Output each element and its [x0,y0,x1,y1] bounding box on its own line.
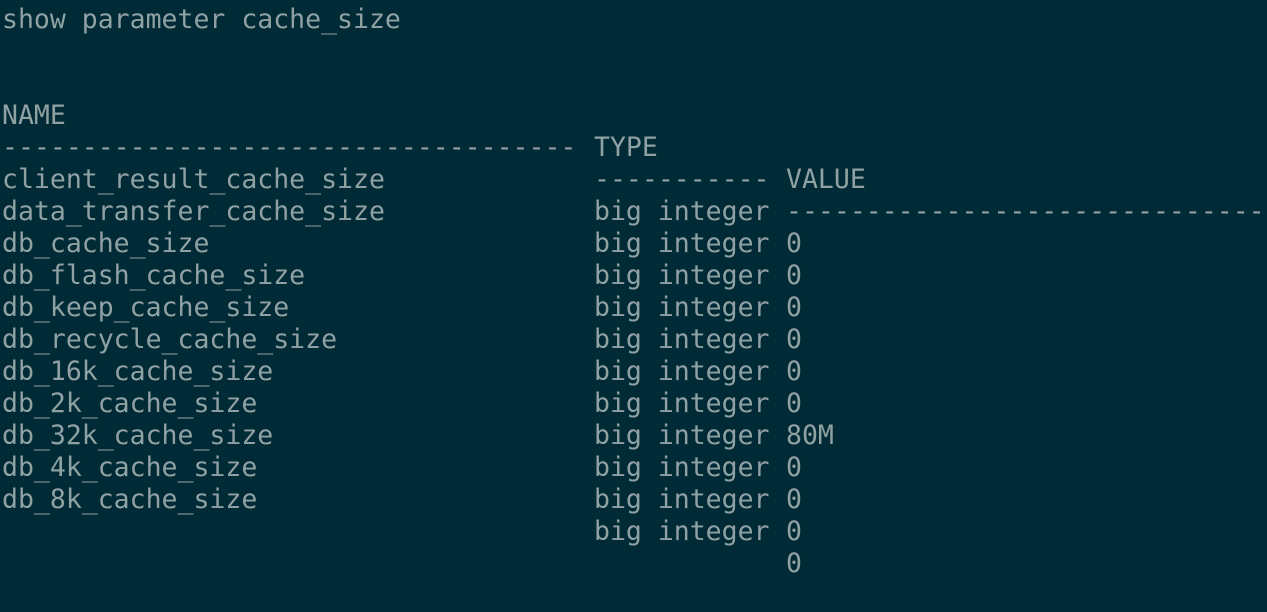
command-line: show parameter cache_size [2,4,401,35]
table-row: db_32k_cache_size big integer 0 [2,388,802,515]
header-type: TYPE [594,132,658,163]
table-separator: ------------------------------------ ---… [2,100,1265,227]
param-type: big integer [594,484,770,515]
param-value: 0 [786,324,802,355]
table-row: db_16k_cache_size big integer 80M [2,324,834,451]
param-value: 0 [786,292,802,323]
param-value: 0 [786,516,802,547]
param-type: big integer [594,356,770,387]
param-value: 0 [786,356,802,387]
header-value: VALUE [786,164,866,195]
param-type: big integer [594,516,770,547]
param-value: 0 [786,388,802,419]
table-row: db_2k_cache_size big integer 0 [2,356,802,483]
param-type: big integer [594,452,770,483]
param-value: 80M [786,420,834,451]
param-type: big integer [594,388,770,419]
param-type: big integer [594,324,770,355]
param-type: big integer [594,196,770,227]
param-value: 0 [786,228,802,259]
param-type: big integer [594,420,770,451]
table-row: db_4k_cache_size big integer 0 [2,420,802,547]
param-value: 0 [786,260,802,291]
table-row: db_recycle_cache_size big integer 0 [2,292,802,419]
table-row: client_result_cache_size big integer 0 [2,132,802,259]
param-name: db_8k_cache_size [2,484,258,515]
param-type: big integer [594,228,770,259]
separator-type: ----------- [594,164,770,195]
param-value: 0 [786,484,802,515]
table-row: data_transfer_cache_size big integer 0 [2,164,802,291]
table-row: db_cache_size big integer 0 [2,196,802,323]
param-type: big integer [594,260,770,291]
terminal-output[interactable]: show parameter cache_size NAME TYPE VALU… [2,4,1265,579]
table-header: NAME TYPE VALUE [2,68,866,195]
table-row: db_flash_cache_size big integer 0 [2,228,802,355]
param-value: 0 [786,548,802,579]
separator-value: ------------------------------ [786,196,1265,227]
table-row: db_8k_cache_size big integer 0 [2,452,802,579]
param-value: 0 [786,452,802,483]
param-type: big integer [594,292,770,323]
table-row: db_keep_cache_size big integer 0 [2,260,802,387]
